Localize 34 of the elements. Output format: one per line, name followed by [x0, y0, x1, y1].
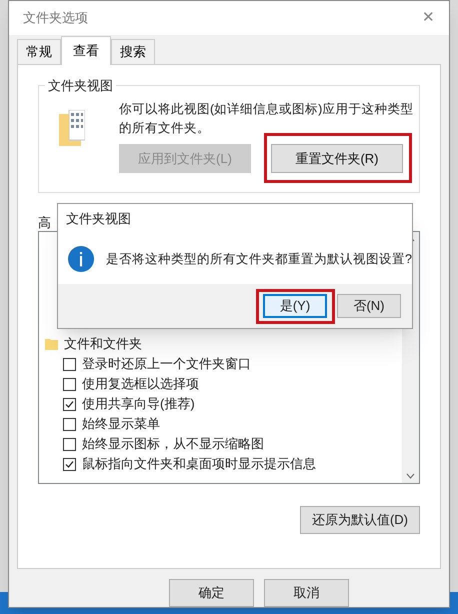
checkbox[interactable] [63, 438, 76, 450]
option-label: 始终显示菜单 [82, 415, 160, 434]
tab[interactable]: 常规 [17, 39, 61, 64]
checkmark-icon [65, 460, 74, 468]
checkbox[interactable] [63, 418, 76, 430]
close-button[interactable]: ✕ [418, 6, 439, 30]
checkbox[interactable] [63, 458, 76, 470]
restore-defaults-button[interactable]: 还原为默认值(D) [300, 506, 420, 534]
checkbox[interactable] [63, 358, 76, 370]
checkmark-icon [65, 400, 74, 408]
option-label: 鼠标指向文件夹和桌面项时显示提示信息 [82, 455, 316, 474]
message-box-title: 文件夹视图 [65, 210, 132, 228]
scroll-down-icon[interactable] [406, 473, 415, 479]
folder-icon [45, 338, 58, 350]
message-text: 是否将这种类型的所有文件夹都重置为默认视图设置? [106, 250, 412, 268]
tab[interactable]: 查看 [61, 36, 111, 65]
dialog-button[interactable]: 取消 [264, 579, 349, 607]
dialog-button[interactable]: 确定 [169, 579, 254, 607]
option-label: 始终显示图标，从不显示缩略图 [82, 435, 264, 454]
tab[interactable]: 搜索 [111, 39, 155, 64]
option-label: 使用共享向导(推荐) [82, 395, 195, 414]
option-label: 使用复选框以选择项 [82, 375, 199, 394]
message-box-button[interactable]: 否(N) [337, 294, 401, 318]
info-icon [68, 244, 94, 274]
folder-view-icon [59, 110, 85, 146]
option-label: 登录时还原上一个文件夹窗口 [82, 355, 251, 374]
message-box-button[interactable]: 是(Y) [263, 294, 327, 318]
list-group-label: 文件和文件夹 [64, 335, 142, 354]
checkbox[interactable] [63, 398, 76, 410]
section-label: 高 [38, 214, 51, 231]
folder-button[interactable]: 重置文件夹(R) [271, 144, 403, 173]
checkbox[interactable] [63, 378, 76, 390]
description-text: 你可以将此视图(如详细信息或图标)应用于这种类型的所有文件夹。 [119, 101, 414, 137]
window-title: 文件夹选项 [23, 9, 88, 28]
